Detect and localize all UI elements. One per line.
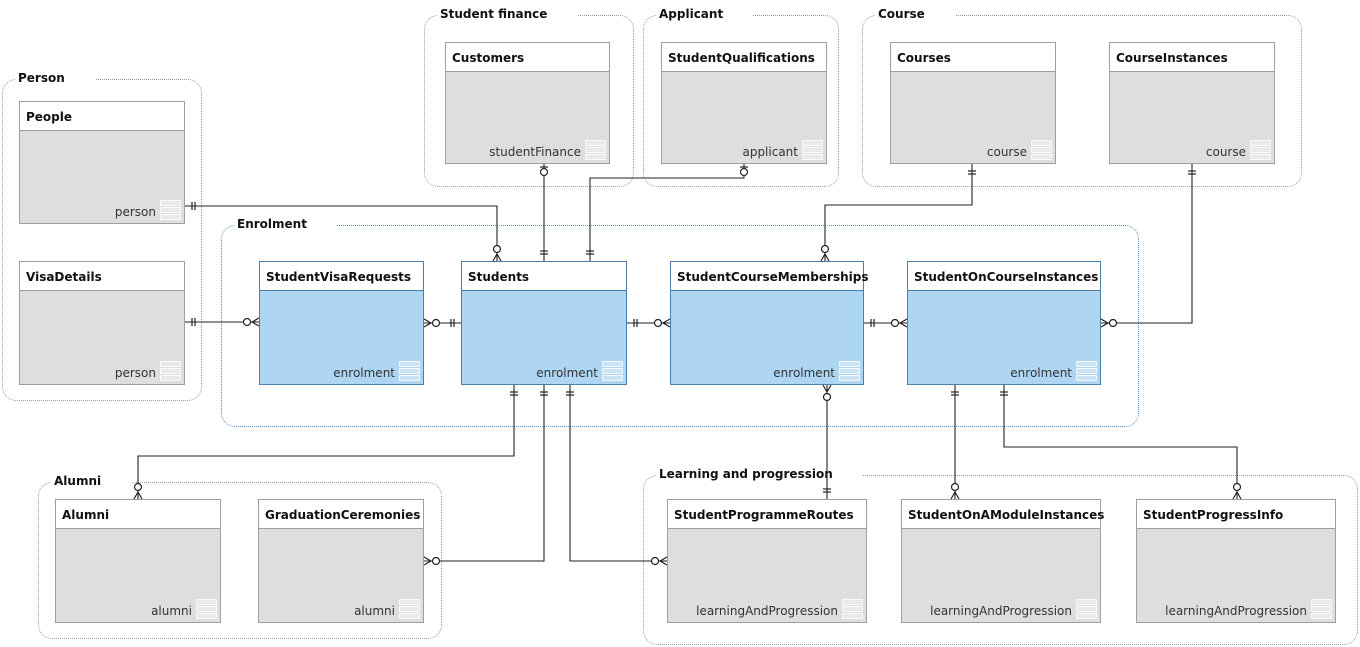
relationship-StudentOnCourseInstances-StudentProgressInfo[interactable] — [1000, 385, 1242, 500]
relationship-Students-StudentProgrammeRoutes[interactable] — [566, 385, 668, 566]
entity-People[interactable]: People person — [19, 101, 185, 224]
entity-schema: alumni — [354, 604, 395, 618]
entity-name: StudentVisaRequests — [260, 262, 423, 291]
relationship-Customers-Students[interactable] — [539, 164, 549, 261]
table-icon — [160, 361, 181, 381]
entity-schema: enrolment — [333, 366, 395, 380]
entity-StudentCourseMemberships[interactable]: StudentCourseMemberships enrolment — [670, 261, 868, 385]
entity-CourseInstances[interactable]: CourseInstances course — [1109, 42, 1275, 164]
entity-GraduationCeremonies[interactable]: GraduationCeremonies alumni — [258, 499, 424, 623]
table-icon — [1076, 361, 1097, 381]
entity-name: StudentProgrammeRoutes — [668, 500, 866, 529]
entity-name: Customers — [446, 43, 609, 72]
table-icon — [1311, 599, 1332, 619]
relationship-People-Students[interactable] — [185, 202, 502, 262]
entity-schema: person — [114, 366, 156, 380]
entity-name: StudentOnAModuleInstances — [902, 500, 1104, 529]
relationship-StudentCourseMemberships-StudentOnCourseInstances[interactable] — [864, 318, 908, 328]
entity-name: StudentProgressInfo — [1137, 500, 1335, 529]
entity-name: Courses — [891, 43, 1055, 72]
entity-StudentOnCourseInstances[interactable]: StudentOnCourseInstances enrolment — [907, 261, 1101, 385]
relationship-Courses-StudentCourseMemberships[interactable] — [820, 164, 976, 262]
entity-name: Alumni — [56, 500, 220, 529]
entity-name: VisaDetails — [20, 262, 184, 291]
entity-schema: person — [114, 205, 156, 219]
table-icon — [160, 200, 181, 220]
table-icon — [399, 361, 420, 381]
entity-schema: enrolment — [1010, 366, 1072, 380]
entity-StudentProgressInfo[interactable]: StudentProgressInfo learningAndProgressi… — [1136, 499, 1336, 623]
relationship-Students-StudentCourseMemberships[interactable] — [627, 318, 671, 328]
entity-Customers[interactable]: Customers studentFinance — [445, 42, 610, 164]
entity-schema: alumni — [151, 604, 192, 618]
entity-schema: course — [986, 145, 1027, 159]
table-icon — [399, 599, 420, 619]
entity-schema: enrolment — [536, 366, 598, 380]
table-icon — [1031, 140, 1052, 160]
entity-name: CourseInstances — [1110, 43, 1274, 72]
entity-name: People — [20, 102, 184, 131]
entity-name: StudentQualifications — [662, 43, 826, 72]
table-icon — [1250, 140, 1271, 160]
entity-schema: learningAndProgression — [696, 604, 838, 618]
entity-VisaDetails[interactable]: VisaDetails person — [19, 261, 185, 385]
relationship-StudentQualifications-Students[interactable] — [586, 164, 749, 261]
relationship-VisaDetails-StudentVisaRequests[interactable] — [185, 317, 260, 327]
relationship-StudentCourseMemberships-StudentProgrammeRoutes[interactable] — [822, 384, 832, 499]
entity-name: GraduationCeremonies — [259, 500, 423, 529]
entity-StudentProgrammeRoutes[interactable]: StudentProgrammeRoutes learningAndProgre… — [667, 499, 867, 623]
entity-StudentOnAModuleInstances[interactable]: StudentOnAModuleInstances learningAndPro… — [901, 499, 1104, 623]
entity-Courses[interactable]: Courses course — [890, 42, 1056, 164]
entity-schema: applicant — [742, 145, 798, 159]
entity-Students[interactable]: Students enrolment — [461, 261, 627, 385]
table-icon — [842, 599, 863, 619]
entity-name: StudentCourseMemberships — [671, 262, 868, 291]
table-icon — [585, 140, 606, 160]
relationship-Students-GraduationCeremonies[interactable] — [423, 385, 548, 566]
table-icon — [1076, 599, 1097, 619]
relationship-StudentVisaRequests-Students[interactable] — [423, 318, 461, 328]
entity-schema: learningAndProgression — [930, 604, 1072, 618]
entity-schema: course — [1205, 145, 1246, 159]
table-icon — [839, 361, 860, 381]
entity-schema: enrolment — [773, 366, 835, 380]
entity-StudentQualifications[interactable]: StudentQualifications applicant — [661, 42, 827, 164]
entity-schema: learningAndProgression — [1165, 604, 1307, 618]
entity-Alumni[interactable]: Alumni alumni — [55, 499, 221, 623]
relationship-Students-Alumni[interactable] — [133, 385, 518, 500]
entity-name: StudentOnCourseInstances — [908, 262, 1100, 291]
table-icon — [196, 599, 217, 619]
relationship-StudentOnCourseInstances-StudentOnAModuleInstances[interactable] — [950, 385, 960, 500]
entity-StudentVisaRequests[interactable]: StudentVisaRequests enrolment — [259, 261, 424, 385]
table-icon — [802, 140, 823, 160]
table-icon — [602, 361, 623, 381]
entity-name: Students — [462, 262, 626, 291]
relationship-CourseInstances-StudentOnCourseInstances[interactable] — [1100, 164, 1196, 328]
entity-schema: studentFinance — [489, 145, 581, 159]
